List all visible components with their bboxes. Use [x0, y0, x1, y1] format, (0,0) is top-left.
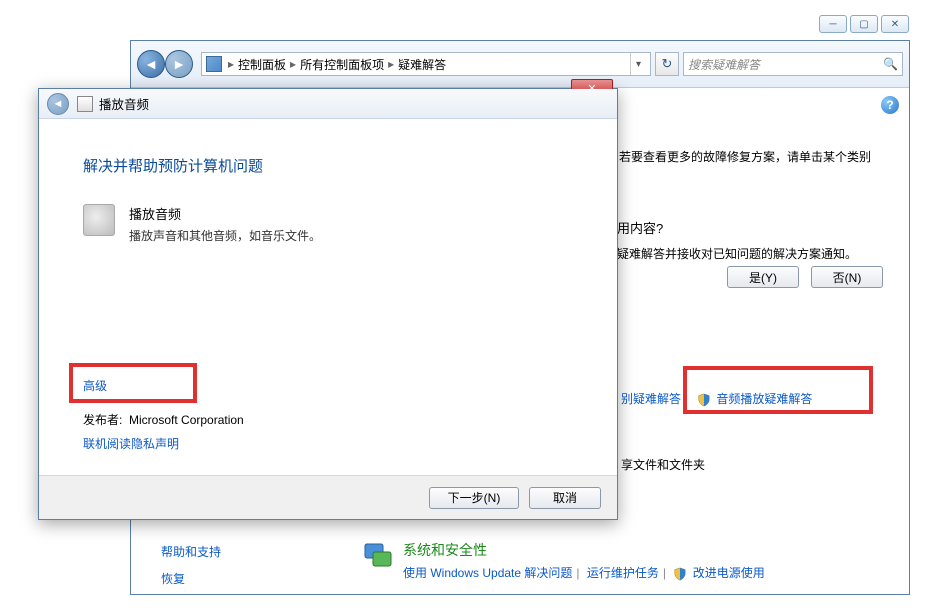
breadcrumb-item[interactable]: 控制面板 — [236, 56, 288, 73]
search-placeholder: 搜索疑难解答 — [688, 56, 760, 73]
troubleshoot-item: 播放音频 播放声音和其他音频，如音乐文件。 — [83, 204, 573, 244]
publisher-label: 发布者: — [83, 413, 122, 427]
dialog-back-button[interactable]: ◄ — [47, 93, 69, 115]
dialog-body: 解决并帮助预防计算机问题 播放音频 播放声音和其他音频，如音乐文件。 高级 发布… — [39, 119, 617, 475]
address-dropdown[interactable]: ▾ — [630, 53, 646, 75]
breadcrumb-item[interactable]: 所有控制面板项 — [298, 56, 386, 73]
shield-icon — [673, 567, 687, 581]
control-panel-icon — [206, 56, 222, 72]
maximize-button[interactable]: ▢ — [850, 15, 878, 33]
refresh-button[interactable]: ↻ — [655, 52, 679, 76]
cat-link-maint[interactable]: 运行维护任务 — [587, 566, 659, 580]
address-bar-area: ◄ ► ▸ 控制面板 ▸ 所有控制面板项 ▸ 疑难解答 ▾ ↻ 搜索疑难解答 🔍 — [131, 41, 909, 88]
more-solutions-text: 若要查看更多的故障修复方案，请单击某个类别 — [619, 148, 871, 165]
system-security-icon — [363, 540, 395, 572]
audio-troubleshoot-link[interactable]: 音频播放疑难解答 — [716, 392, 812, 406]
dialog-title-icon — [77, 96, 93, 112]
dialog-heading: 解决并帮助预防计算机问题 — [83, 155, 573, 176]
content-desc: 疑难解答并接收对已知问题的解决方案通知。 — [617, 245, 857, 262]
item-title: 播放音频 — [129, 204, 321, 223]
item-desc: 播放声音和其他音频，如音乐文件。 — [129, 227, 321, 244]
troubleshoot-link-left[interactable]: 别疑难解答 — [621, 390, 681, 407]
window-controls: ─ ▢ ✕ — [819, 15, 909, 33]
speaker-icon — [83, 204, 115, 236]
cat-link-wu[interactable]: 使用 Windows Update 解决问题 — [403, 566, 572, 580]
cat-link-power[interactable]: 改进电源使用 — [693, 566, 765, 580]
yes-button[interactable]: 是(Y) — [727, 266, 799, 288]
sidebar-links: 帮助和支持 恢复 — [161, 543, 221, 597]
troubleshooter-dialog: ✕ ◄ 播放音频 解决并帮助预防计算机问题 播放音频 播放声音和其他音频，如音乐… — [38, 88, 618, 520]
publisher-value: Microsoft Corporation — [129, 413, 244, 427]
breadcrumb-item[interactable]: 疑难解答 — [396, 56, 448, 73]
cancel-button[interactable]: 取消 — [529, 487, 601, 509]
category-system-security: 系统和安全性 使用 Windows Update 解决问题| 运行维护任务| 改… — [363, 540, 765, 581]
dialog-titlebar[interactable]: ◄ 播放音频 — [39, 89, 617, 119]
nav-back-button[interactable]: ◄ — [137, 50, 165, 78]
no-button[interactable]: 否(N) — [811, 266, 883, 288]
close-button[interactable]: ✕ — [881, 15, 909, 33]
audio-troubleshoot-link-wrap[interactable]: 音频播放疑难解答 — [697, 390, 812, 407]
advanced-link[interactable]: 高级 — [83, 377, 107, 394]
sidebar-link-recovery[interactable]: 恢复 — [161, 570, 221, 587]
privacy-link[interactable]: 联机阅读隐私声明 — [83, 435, 179, 452]
publisher-line: 发布者: Microsoft Corporation — [83, 411, 244, 428]
search-input[interactable]: 搜索疑难解答 🔍 — [683, 52, 903, 76]
shield-icon — [697, 393, 711, 407]
share-files-text: 享文件和文件夹 — [621, 456, 705, 473]
troubleshoot-links: 别疑难解答 音频播放疑难解答 — [621, 390, 812, 407]
dialog-title: 播放音频 — [99, 94, 149, 113]
minimize-button[interactable]: ─ — [819, 15, 847, 33]
category-links: 使用 Windows Update 解决问题| 运行维护任务| 改进电源使用 — [403, 564, 765, 581]
address-bar[interactable]: ▸ 控制面板 ▸ 所有控制面板项 ▸ 疑难解答 ▾ — [201, 52, 651, 76]
help-icon[interactable]: ? — [881, 96, 899, 114]
sidebar-link-help[interactable]: 帮助和支持 — [161, 543, 221, 560]
content-question-box: 用内容? 疑难解答并接收对已知问题的解决方案通知。 — [617, 218, 857, 262]
nav-forward-button[interactable]: ► — [165, 50, 193, 78]
search-icon[interactable]: 🔍 — [883, 57, 898, 71]
content-question: 用内容? — [617, 218, 857, 237]
category-title[interactable]: 系统和安全性 — [403, 540, 765, 560]
dialog-footer: 下一步(N) 取消 — [39, 475, 617, 519]
next-button[interactable]: 下一步(N) — [429, 487, 519, 509]
